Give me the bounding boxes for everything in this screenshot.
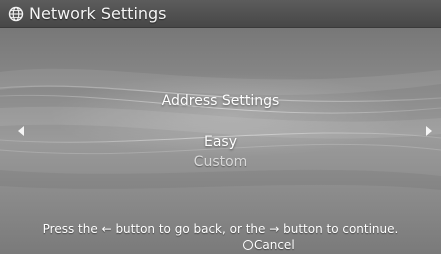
instruction-part-1: Press the	[42, 222, 102, 236]
instruction-part-2: button to go back, or the	[111, 222, 270, 236]
forward-arrow-glyph: →	[269, 222, 280, 236]
background-waves	[0, 68, 441, 190]
cancel-button[interactable]: Cancel	[243, 238, 295, 253]
network-settings-screen: Network Settings Address Settings Easy C…	[0, 0, 441, 254]
cancel-label: Cancel	[254, 238, 295, 252]
circle-button-icon	[243, 240, 253, 250]
title-bar: Network Settings	[0, 0, 441, 28]
wave-band-low	[0, 169, 441, 190]
instruction-text: Press the ← button to go back, or the → …	[0, 222, 441, 237]
page-title: Network Settings	[29, 4, 167, 23]
option-custom[interactable]: Custom	[0, 153, 441, 171]
option-easy[interactable]: Easy	[0, 133, 441, 151]
instruction-part-3: button to continue.	[279, 222, 399, 236]
section-heading: Address Settings	[161, 93, 280, 109]
back-arrow-glyph: ←	[101, 222, 112, 236]
network-globe-icon	[8, 6, 24, 22]
